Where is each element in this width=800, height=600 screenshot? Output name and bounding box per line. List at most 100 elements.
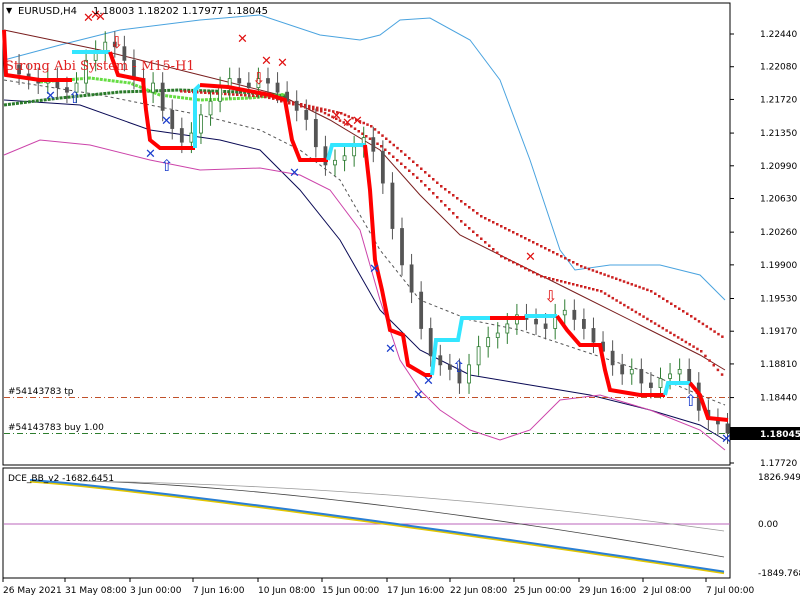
stop-dot-inner: [424, 184, 427, 187]
stop-dot-outer: [658, 295, 661, 298]
stop-dot-outer: [713, 330, 716, 333]
candle-body: [476, 346, 481, 366]
stop-dot-outer: [580, 265, 583, 268]
stop-dot-outer: [492, 221, 495, 224]
stop-dot-inner: [408, 169, 411, 172]
stop-dot-inner: [716, 368, 720, 372]
stop-dot-inner: [444, 204, 447, 207]
stop-dot-outer: [452, 194, 455, 197]
stop-dot-outer: [686, 312, 689, 315]
stop-dot-outer: [701, 322, 705, 326]
stop-dot-outer: [544, 247, 547, 250]
trading-chart[interactable]: ✕ ✕✕✕✕ ✕✕ ✕ ✕✕✕✕✕✕✕✕✕✕✕⇧⇧⇧⇧⇩⇩⇩ ▼ EURUSD,H4 1…: [0, 0, 800, 600]
stop-dot-inner: [392, 155, 395, 158]
stop-dot-outer: [650, 290, 653, 293]
stop-dot-inner: [528, 269, 531, 272]
time-tick-label: 10 Jun 08:00: [258, 586, 315, 596]
stop-dot-inner: [684, 340, 688, 344]
time-tick-label: 15 Jun 00:00: [322, 586, 379, 596]
candle-body: [562, 309, 567, 316]
stop-dot-inner: [615, 299, 618, 302]
candle-body: [649, 382, 653, 388]
time-tick-label: 7 Jul 00:00: [706, 586, 755, 596]
candle-body: [447, 364, 452, 370]
stop-dot-inner: [432, 192, 435, 195]
time-tick-label: 17 Jun 16:00: [387, 586, 444, 596]
stop-dot-outer: [638, 285, 641, 289]
stop-dot-outer: [316, 106, 319, 110]
stop-dot-outer: [508, 229, 511, 232]
stop-dot-inner: [440, 200, 443, 203]
sell-cross-icon: ✕: [237, 32, 248, 47]
stop-dot-inner: [400, 162, 403, 165]
candle-body: [275, 82, 280, 93]
candle-body: [151, 82, 156, 93]
stop-dot-outer: [377, 131, 380, 134]
stop-dot-inner: [657, 324, 661, 328]
candle-body: [313, 119, 318, 148]
stop-dot-inner: [680, 338, 684, 341]
stop-dot-inner: [520, 265, 523, 268]
down-arrow-icon: ⇩: [110, 33, 123, 52]
stop-dot-outer: [504, 227, 507, 230]
buy-cross-icon: ✕: [413, 388, 424, 403]
stop-dot-inner: [416, 176, 419, 179]
stop-dot-outer: [536, 243, 539, 246]
time-tick-label: 2 Jul 08:00: [643, 586, 692, 596]
stop-dot-inner: [300, 105, 303, 108]
stop-dot-outer: [626, 281, 630, 285]
stop-dot-outer: [224, 92, 227, 96]
price-tick-label: 1.20990: [760, 162, 797, 172]
stop-dot-outer: [212, 92, 215, 95]
candle-body: [304, 109, 309, 120]
stop-dot-outer: [654, 292, 657, 295]
candle-body: [179, 128, 184, 143]
ohlc-readout: 1.18003 1.18202 1.17977 1.18045: [93, 6, 268, 17]
stop-dot-outer: [464, 203, 467, 206]
stop-dot-outer: [408, 157, 411, 160]
stop-dot-inner: [524, 267, 527, 270]
stop-dot-inner: [320, 110, 323, 113]
stop-dot-outer: [662, 297, 665, 300]
candle-body: [687, 368, 692, 384]
stop-dot-inner: [365, 135, 368, 138]
stop-dot-outer: [240, 93, 243, 97]
candle-body: [160, 82, 165, 111]
stop-dot-inner: [327, 113, 330, 117]
stop-dot-outer: [717, 332, 720, 336]
indicator-subpanel[interactable]: [2, 467, 731, 579]
price-tick-label: 1.20630: [760, 195, 797, 205]
candle-body: [629, 368, 634, 375]
stop-dot-outer: [705, 325, 709, 328]
candle-body: [266, 78, 270, 84]
stop-dot-outer: [587, 267, 591, 271]
buy-cross-icon: ✕: [369, 262, 380, 277]
order-tp-label: #54143783 tp: [8, 387, 74, 397]
buy-cross-icon: ✕: [145, 147, 156, 162]
stop-dot-outer: [308, 104, 311, 108]
candle-body: [333, 159, 337, 166]
sub-axis-zero: 0.00: [758, 520, 778, 530]
stop-dot-inner: [600, 290, 603, 293]
stop-dot-outer: [448, 191, 451, 194]
stop-dot-outer: [444, 188, 447, 191]
candle-body: [352, 146, 357, 157]
stop-dot-inner: [368, 137, 372, 140]
menu-arrow-icon[interactable]: ▼: [6, 6, 13, 15]
stop-dot-inner: [323, 111, 327, 115]
candle-body: [103, 41, 108, 52]
candle-body: [639, 368, 644, 384]
sell-cross-icon: ✕: [331, 109, 342, 124]
stop-dot-outer: [611, 276, 614, 279]
price-tick-label: 1.20260: [760, 228, 797, 238]
stop-dot-outer: [666, 300, 669, 303]
stop-dot-outer: [564, 257, 567, 260]
stop-dot-inner: [428, 188, 431, 191]
price-tick-label: 1.17720: [760, 459, 797, 469]
stop-dot-inner: [692, 345, 695, 348]
stop-dot-outer: [373, 128, 377, 131]
stop-dot-outer: [496, 223, 499, 226]
stop-dot-inner: [552, 278, 555, 281]
price-tick-label: 1.21350: [760, 129, 797, 139]
candle-body: [486, 337, 491, 348]
